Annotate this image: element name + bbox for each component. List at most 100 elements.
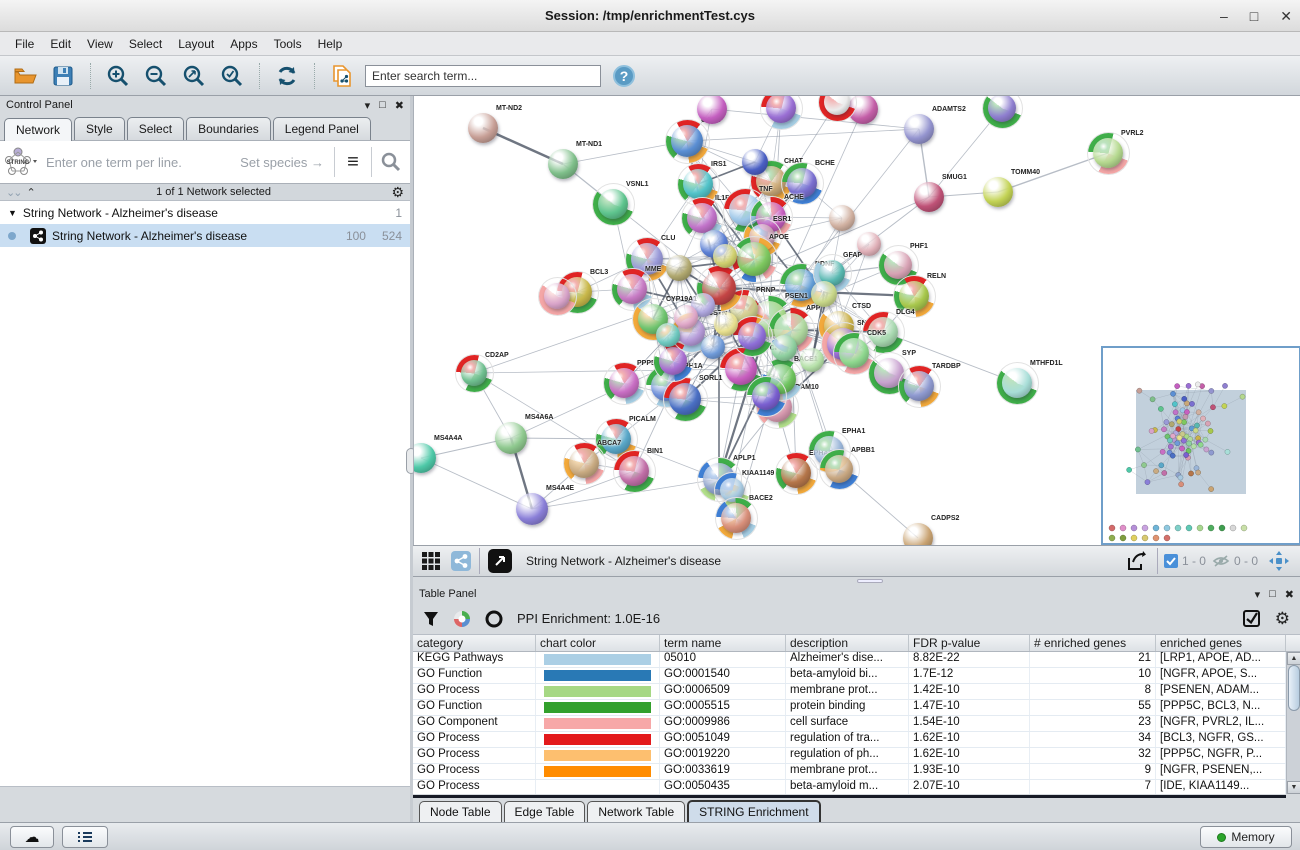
ring-chart-icon[interactable]	[485, 610, 503, 628]
network-node-reln[interactable]	[899, 281, 929, 311]
donut-chart-icon[interactable]	[453, 610, 471, 628]
zoom-in-button[interactable]	[103, 61, 133, 91]
column-header-term-name[interactable]: term name	[660, 635, 786, 651]
cloud-tasks-button[interactable]: ☁	[10, 826, 54, 848]
network-node-vsnl1[interactable]	[598, 189, 628, 219]
save-session-button[interactable]	[48, 61, 78, 91]
table-row[interactable]: GO ProcessGO:0019220regulation of ph...1…	[413, 748, 1300, 764]
splitter-grip[interactable]	[857, 579, 883, 583]
hidden-count-badge[interactable]: 0 - 0	[1212, 554, 1258, 568]
tab-string-enrichment[interactable]: STRING Enrichment	[687, 800, 820, 822]
tab-node-table[interactable]: Node Table	[419, 801, 502, 822]
network-node[interactable]	[544, 283, 570, 309]
tab-network[interactable]: Network	[4, 118, 72, 141]
column-header-FDR-p-value[interactable]: FDR p-value	[909, 635, 1030, 651]
memory-button[interactable]: Memory	[1200, 826, 1292, 848]
table-settings-gear-icon[interactable]: ⚙	[1275, 609, 1290, 629]
network-node-apbb1[interactable]	[825, 455, 853, 483]
network-node-notch1[interactable]	[725, 353, 757, 385]
table-row[interactable]: GO ProcessGO:0006509membrane prot...1.42…	[413, 684, 1300, 700]
network-node[interactable]	[829, 205, 855, 231]
string-search-icon[interactable]	[372, 152, 410, 172]
column-header-enriched-genes[interactable]: enriched genes	[1156, 635, 1286, 651]
scroll-up-arrow[interactable]: ▲	[1287, 652, 1300, 665]
expand-icon[interactable]: ⌃	[26, 186, 35, 199]
table-vertical-scrollbar[interactable]: ▲ ▼	[1286, 652, 1300, 794]
network-node-tardbp[interactable]	[904, 371, 934, 401]
network-node-cdk5[interactable]	[839, 338, 869, 368]
zoom-out-button[interactable]	[141, 61, 171, 91]
network-node[interactable]	[666, 255, 692, 281]
tab-style[interactable]: Style	[74, 117, 125, 140]
export-network-button[interactable]	[1121, 546, 1151, 576]
task-history-button[interactable]	[62, 826, 108, 848]
network-node-aplp2[interactable]	[659, 347, 687, 375]
tab-legend-panel[interactable]: Legend Panel	[273, 117, 371, 140]
table-row[interactable]: GO FunctionGO:0005515protein binding1.47…	[413, 700, 1300, 716]
panel-menu-icon[interactable]: ▾	[1255, 588, 1261, 601]
menu-item-file[interactable]: File	[8, 34, 41, 54]
panel-float-icon[interactable]: □	[1269, 588, 1276, 600]
minimize-button[interactable]: –	[1220, 8, 1228, 24]
network-node-mthfd1l[interactable]	[1002, 368, 1032, 398]
network-node[interactable]	[742, 149, 768, 175]
select-rows-icon[interactable]	[1243, 610, 1261, 628]
network-node-ms4a6a[interactable]	[495, 422, 527, 454]
network-node[interactable]	[714, 312, 738, 336]
network-node-phf1[interactable]	[884, 251, 912, 279]
network-node-gab2[interactable]	[671, 125, 703, 157]
network-node-ppp5c[interactable]	[609, 368, 639, 398]
search-input[interactable]	[365, 65, 601, 87]
network-node-bin1[interactable]	[619, 456, 649, 486]
filter-icon[interactable]	[423, 611, 439, 627]
network-node-ms4a4e[interactable]	[516, 493, 548, 525]
tab-edge-table[interactable]: Edge Table	[504, 801, 586, 822]
string-view-button[interactable]	[449, 549, 473, 573]
menu-item-select[interactable]: Select	[122, 34, 169, 54]
network-options-gear-icon[interactable]: ⚙	[391, 184, 404, 201]
column-header-description[interactable]: description	[786, 635, 909, 651]
network-node-mme[interactable]	[617, 274, 647, 304]
menu-item-tools[interactable]: Tools	[267, 34, 309, 54]
zoom-selected-button[interactable]	[217, 61, 247, 91]
column-header-chart-color[interactable]: chart color	[536, 635, 660, 651]
menu-item-apps[interactable]: Apps	[223, 34, 264, 54]
table-row[interactable]: GO ProcessGO:0050435beta-amyloid m...2.0…	[413, 780, 1300, 794]
tab-boundaries[interactable]: Boundaries	[186, 117, 271, 140]
network-node-bace2[interactable]	[721, 503, 751, 533]
menu-item-help[interactable]: Help	[311, 34, 350, 54]
table-row[interactable]: GO ProcessGO:0051049regulation of tra...…	[413, 732, 1300, 748]
annotation-mode-button[interactable]	[486, 547, 514, 575]
network-node-abca7[interactable]	[569, 448, 599, 478]
help-button[interactable]: ?	[609, 61, 639, 91]
network-node[interactable]	[713, 244, 737, 268]
panel-menu-icon[interactable]: ▾	[365, 99, 371, 112]
network-node[interactable]	[811, 281, 837, 307]
network-node-apoe[interactable]	[737, 242, 771, 276]
table-row[interactable]: KEGG Pathways05010Alzheimer's dise...8.8…	[413, 652, 1300, 668]
collapse-all-icon[interactable]: ⌄⌄	[6, 186, 20, 199]
network-node[interactable]	[771, 335, 797, 361]
zoom-fit-button[interactable]	[179, 61, 209, 91]
string-options-icon[interactable]: ≡	[335, 151, 371, 174]
string-query-input[interactable]	[38, 155, 240, 170]
table-row[interactable]: GO FunctionGO:0001540beta-amyloid bi...1…	[413, 668, 1300, 684]
open-file-button[interactable]	[10, 61, 40, 91]
network-node-picalm[interactable]	[601, 424, 631, 454]
network-node[interactable]	[701, 335, 725, 359]
network-node-cadps2[interactable]	[903, 523, 933, 545]
network-node-il1b[interactable]	[687, 203, 717, 233]
network-node[interactable]	[857, 232, 881, 256]
network-node-irs1[interactable]	[683, 169, 713, 199]
network-canvas[interactable]: MT-ND2MT-ND1VSNL1GAB2ADAMTS2SMUG1TOMM40P…	[413, 96, 1300, 545]
network-node-cd2ap[interactable]	[461, 360, 487, 386]
menu-item-view[interactable]: View	[80, 34, 120, 54]
network-node-tomm40[interactable]	[983, 177, 1013, 207]
grid-view-button[interactable]	[419, 549, 443, 573]
panel-close-icon[interactable]: ✖	[1285, 588, 1294, 601]
network-node-epha5[interactable]	[781, 458, 811, 488]
panel-close-icon[interactable]: ✖	[395, 99, 404, 112]
network-node-pvrl2[interactable]	[1093, 138, 1123, 168]
tree-expand-icon[interactable]: ▼	[8, 208, 17, 218]
species-hint[interactable]: Set species →	[240, 155, 324, 170]
